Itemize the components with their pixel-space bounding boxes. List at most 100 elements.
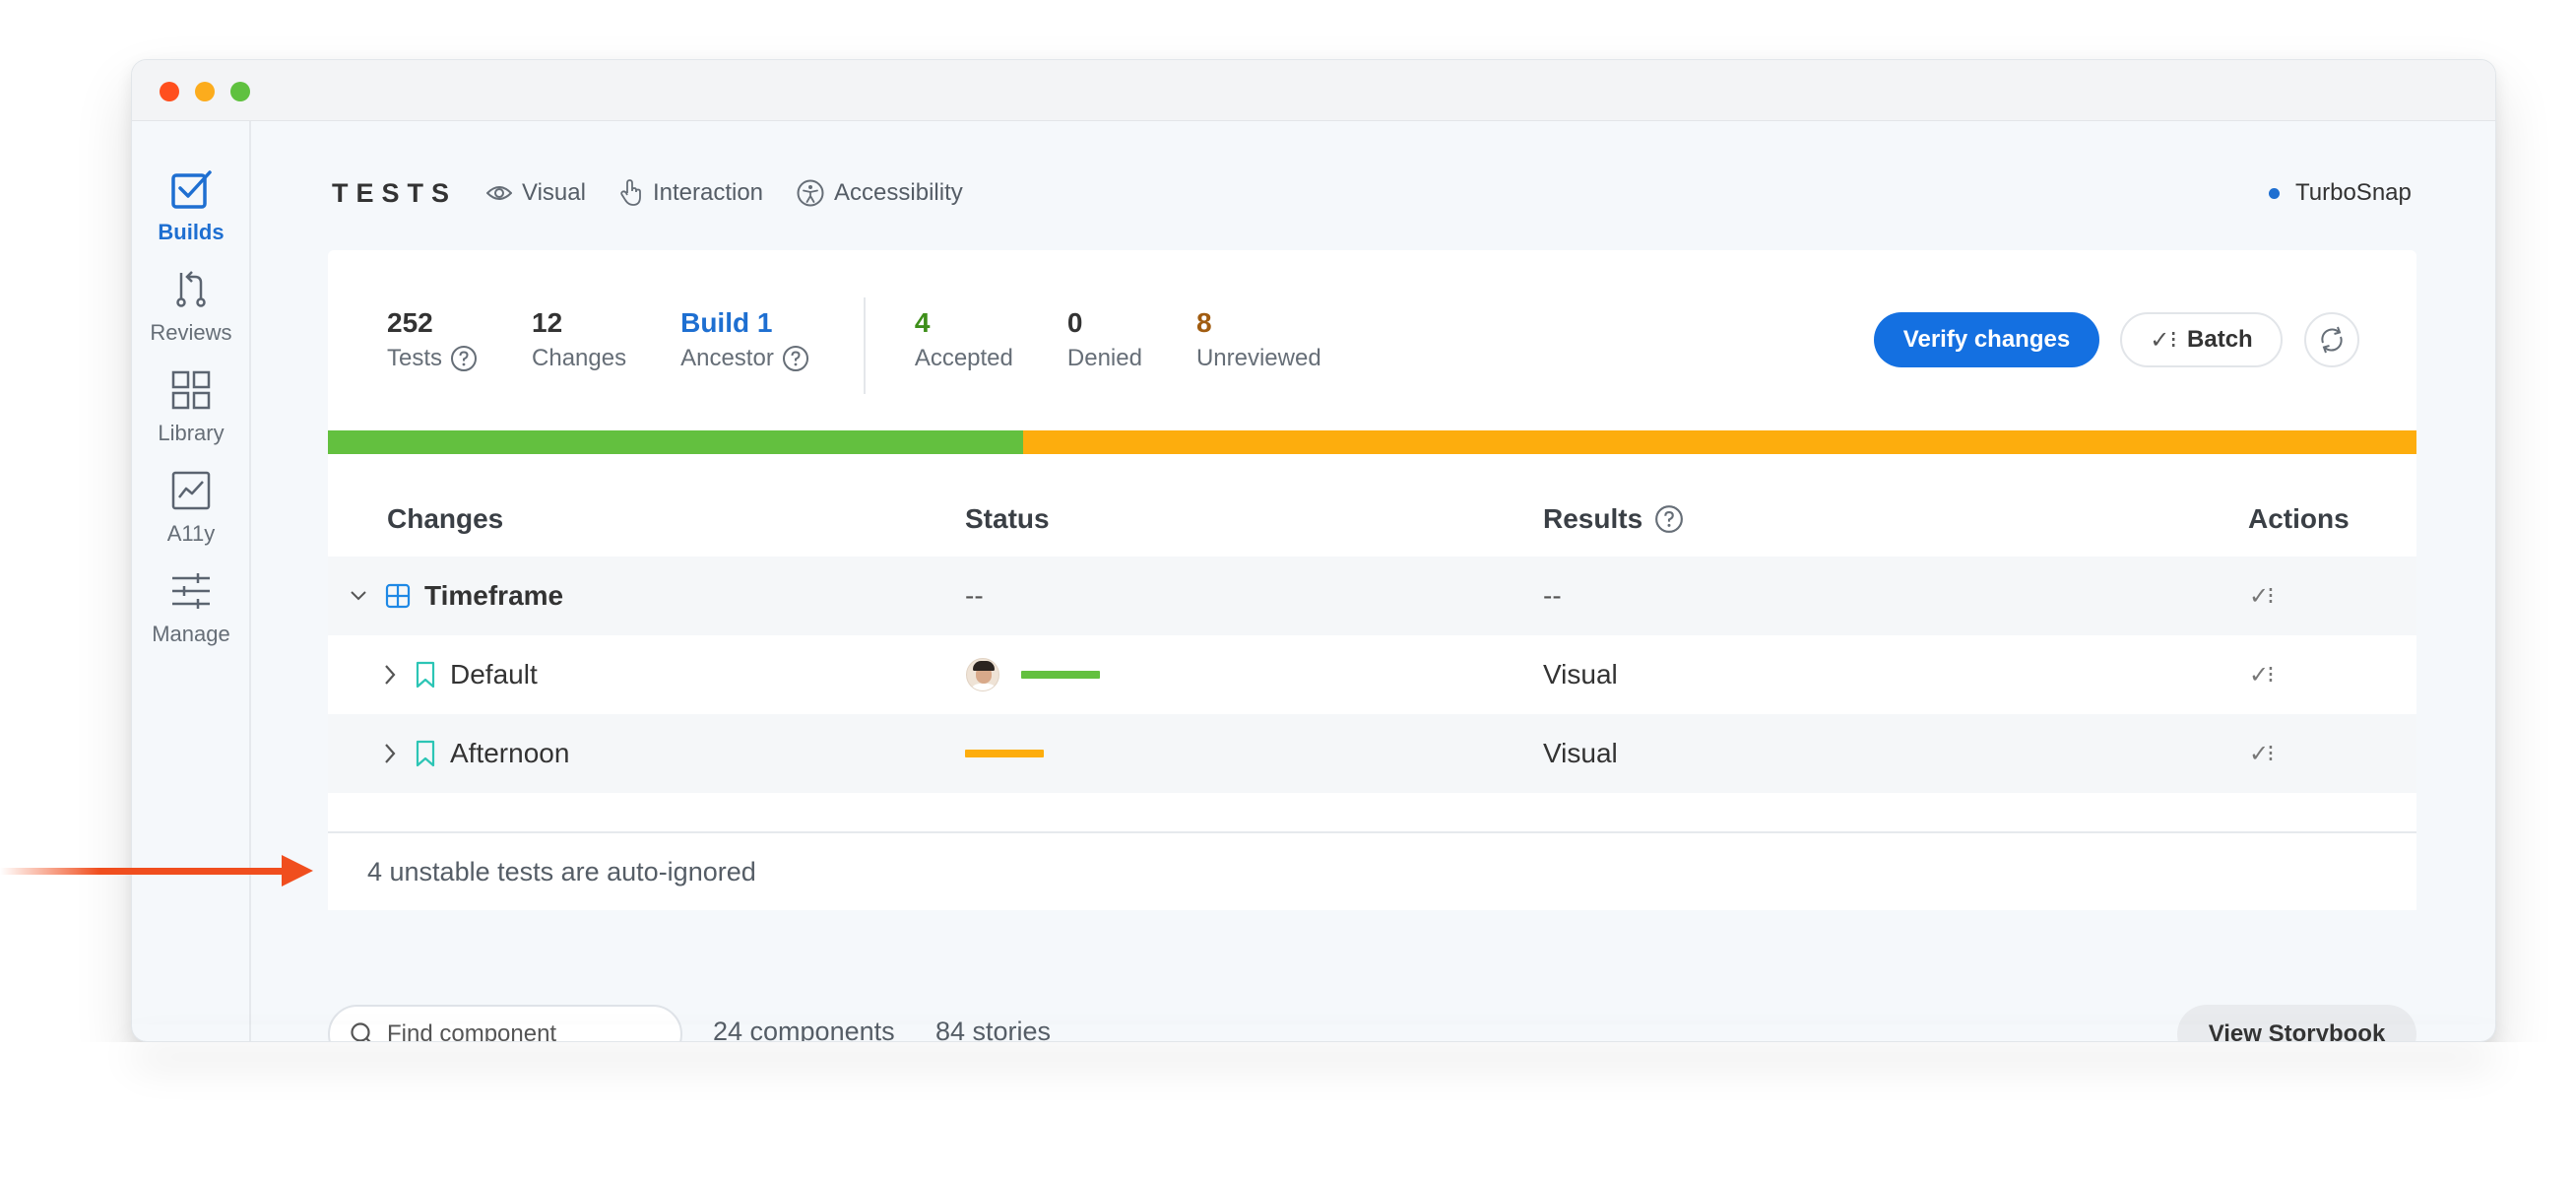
results-cell: Visual [1543,659,1618,690]
column-header-label: Results [1543,503,1643,534]
pointer-hand-icon [620,179,641,206]
bookmark-icon [416,740,435,767]
eye-icon [486,186,513,200]
help-icon[interactable] [1654,504,1684,534]
reviewer-avatar [966,658,999,691]
accessibility-icon [797,179,824,207]
canvas-margin [0,1042,2576,1182]
results-cell: -- [1543,580,1562,611]
arrow-pointer-icon [0,855,313,886]
turbosnap-indicator[interactable]: TurboSnap [2269,173,2412,213]
table-group-row[interactable]: Timeframe -- -- ✓⁝ [328,557,2416,635]
unreviewed-status-bar [965,750,1044,757]
table-header: Changes Status Results Actions [328,482,2416,560]
chevron-right-icon[interactable] [383,664,397,686]
stat-value: 8 [1195,307,1212,338]
sidebar-item-builds[interactable]: Builds [132,168,250,245]
component-name: Timeframe [424,580,564,611]
stat-value: 4 [914,307,931,338]
stat-label: Accepted [914,345,1013,371]
help-icon[interactable] [782,345,809,372]
stat-value: 252 [387,307,433,338]
stat-changes: 12 Changes [532,305,626,394]
batch-action-icon[interactable]: ✓⁝ [2249,714,2275,793]
sidebar-item-manage[interactable]: Manage [132,570,250,647]
checkbox-icon [171,170,212,209]
window-bottom-edge [131,1024,2496,1042]
tab-label: Accessibility [834,179,963,206]
unstable-tests-note: 4 unstable tests are auto-ignored [328,831,2416,910]
sidebar-item-label: Builds [158,220,225,244]
tab-label: Interaction [652,179,764,206]
page-title: TESTS [332,177,458,208]
story-name: Afternoon [450,738,570,768]
chevron-down-icon[interactable] [350,590,367,602]
refresh-button[interactable] [2304,312,2359,367]
batch-action-icon[interactable]: ✓⁝ [2249,557,2275,635]
close-window-button[interactable] [160,82,179,101]
divider [863,297,866,394]
table-row[interactable]: Afternoon Visual ✓⁝ [328,714,2416,793]
stat-unreviewed: 8 Unreviewed [1196,305,1321,394]
stat-label: Changes [532,345,627,371]
status-cell [965,714,1044,793]
stat-ancestor[interactable]: Build 1 Ancestor [680,305,809,394]
sidebar-item-label: Library [158,421,225,445]
sidebar-item-reviews[interactable]: Reviews [132,269,250,346]
batch-action-icon[interactable]: ✓⁝ [2249,635,2275,714]
column-header-changes: Changes [387,503,504,534]
sliders-icon [172,573,210,609]
verify-changes-button[interactable]: Verify changes [1874,312,2099,367]
grid-icon [171,370,211,410]
stat-label: Unreviewed [1195,345,1321,371]
refresh-icon [2321,326,2343,354]
stat-label: Tests [387,345,443,371]
column-header-results: Results [1543,503,1684,535]
help-icon[interactable] [450,345,478,372]
sidebar-item-a11y[interactable]: A11y [132,470,250,547]
status-cell [966,635,1100,714]
minimize-window-button[interactable] [195,82,215,101]
review-progress-bar [328,430,2416,454]
turbosnap-label: TurboSnap [2295,179,2412,206]
bookmark-icon [416,661,435,689]
ancestor-build-link[interactable]: Build 1 [680,305,809,341]
maximize-window-button[interactable] [230,82,250,101]
tab-visual[interactable]: Visual [486,179,586,207]
column-header-status: Status [965,503,1050,534]
accepted-status-bar [1021,671,1100,679]
batch-button[interactable]: ✓⁝ Batch [2120,312,2283,367]
batch-label: Batch [2187,326,2253,353]
column-header-actions: Actions [2248,503,2350,534]
sidebar: Builds Reviews Library A11y Manage [132,121,251,1041]
stat-label: Ancestor [680,345,774,371]
stat-accepted: 4 Accepted [915,305,1013,394]
batch-check-icon: ✓⁝ [2150,326,2178,354]
status-cell: -- [965,580,984,611]
build-stats: 252 Tests 12 Changes Build 1 Ancestor 4 … [387,297,1376,394]
results-cell: Visual [1543,738,1618,768]
component-icon [385,583,411,609]
tab-accessibility[interactable]: Accessibility [797,179,963,207]
build-panel: 252 Tests 12 Changes Build 1 Ancestor 4 … [328,250,2416,910]
chart-icon [171,471,211,510]
status-dot-icon [2269,187,2280,199]
sidebar-item-label: A11y [166,521,216,546]
pull-request-icon [176,271,206,307]
stat-value: 0 [1066,307,1083,338]
sidebar-item-library[interactable]: Library [132,369,250,446]
tab-interaction[interactable]: Interaction [619,179,763,207]
table-row[interactable]: Default Visual ✓⁝ [328,635,2416,714]
chevron-right-icon[interactable] [383,743,397,764]
stat-tests: 252 Tests [387,305,478,394]
stat-denied: 0 Denied [1067,305,1142,394]
progress-accepted-segment [328,430,1024,454]
stat-label: Denied [1066,345,1142,371]
progress-unreviewed-segment [1023,430,2416,454]
title-bar [132,60,2495,121]
tab-label: Visual [522,179,586,206]
sidebar-item-label: Reviews [150,320,232,345]
story-name: Default [450,659,538,690]
sidebar-item-label: Manage [152,622,230,646]
test-type-tabs: TESTS Visual Interaction Accessibility [332,173,997,213]
